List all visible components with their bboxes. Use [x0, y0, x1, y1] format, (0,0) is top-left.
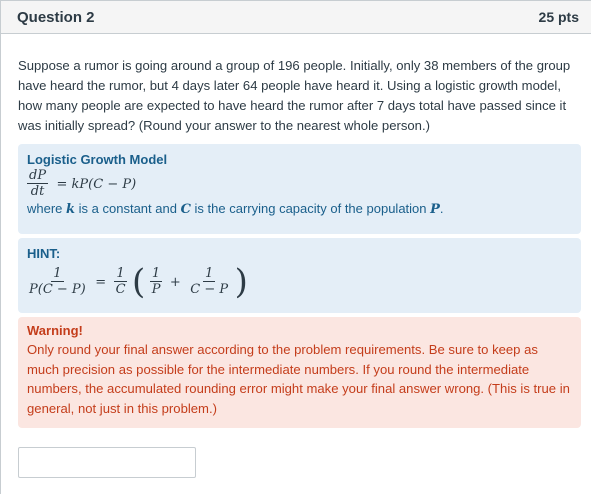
hint-p-den: P: [151, 282, 161, 297]
hint-lhs-num: 1: [51, 266, 64, 282]
warning-body: Only round your final answer according t…: [27, 342, 570, 416]
question-title: Question 2: [17, 8, 95, 26]
logistic-model-box: Logistic Growth Model dP dt = kP(C − P) …: [18, 144, 581, 234]
warning-title: Warning!: [27, 323, 83, 338]
question-points: 25 pts: [538, 9, 579, 25]
model-label: Logistic Growth Model: [27, 152, 168, 167]
hint-left-paren: (: [131, 262, 146, 302]
hint-lhs: 1 P(C − P): [27, 266, 88, 298]
hint-plus: +: [169, 275, 181, 291]
hint-box: HINT: 1 P(C − P) = 1 C ( 1 P + 1 C − P ): [18, 238, 581, 313]
model-lhs-den: dt: [30, 184, 45, 199]
hint-c-num: 1: [114, 266, 127, 282]
model-derivative: dP dt: [27, 168, 49, 199]
c-symbol: C: [180, 202, 191, 217]
hint-cp-frac: 1 C − P: [188, 266, 230, 298]
warning-box: Warning! Only round your final answer ac…: [18, 317, 581, 428]
model-lhs-num: dP: [27, 168, 49, 184]
model-rhs: = kP(C − P): [56, 177, 137, 193]
where-prefix: where: [27, 201, 67, 216]
hint-cp-den: C − P: [190, 282, 229, 297]
model-where-line: where k is a constant and C is the carry…: [27, 201, 572, 217]
question-header: Question 2 25 pts: [1, 1, 591, 34]
hint-equals: =: [95, 275, 107, 291]
hint-p-num: 1: [149, 266, 163, 282]
where-mid: is a constant and: [75, 201, 181, 216]
question-text: Suppose a rumor is going around a group …: [18, 58, 571, 133]
k-symbol: k: [66, 202, 76, 217]
p-symbol: P: [430, 202, 440, 217]
hint-equation: 1 P(C − P) = 1 C ( 1 P + 1 C − P ): [27, 265, 572, 299]
hint-c-frac: 1 C: [114, 267, 128, 297]
hint-c-den: C: [115, 282, 126, 297]
hint-label: HINT:: [27, 246, 61, 261]
hint-lhs-den: P(C − P): [29, 282, 86, 297]
hint-right-paren: ): [234, 262, 248, 302]
question-card: Question 2 25 pts Suppose a rumor is goi…: [0, 0, 591, 494]
model-equation: dP dt = kP(C − P): [27, 169, 572, 199]
hint-p-frac: 1 P: [149, 266, 163, 297]
where-suffix: is the carrying capacity of the populati…: [190, 201, 431, 216]
answer-input[interactable]: [18, 447, 196, 478]
hint-cp-num: 1: [203, 266, 216, 282]
where-end: .: [439, 201, 444, 216]
